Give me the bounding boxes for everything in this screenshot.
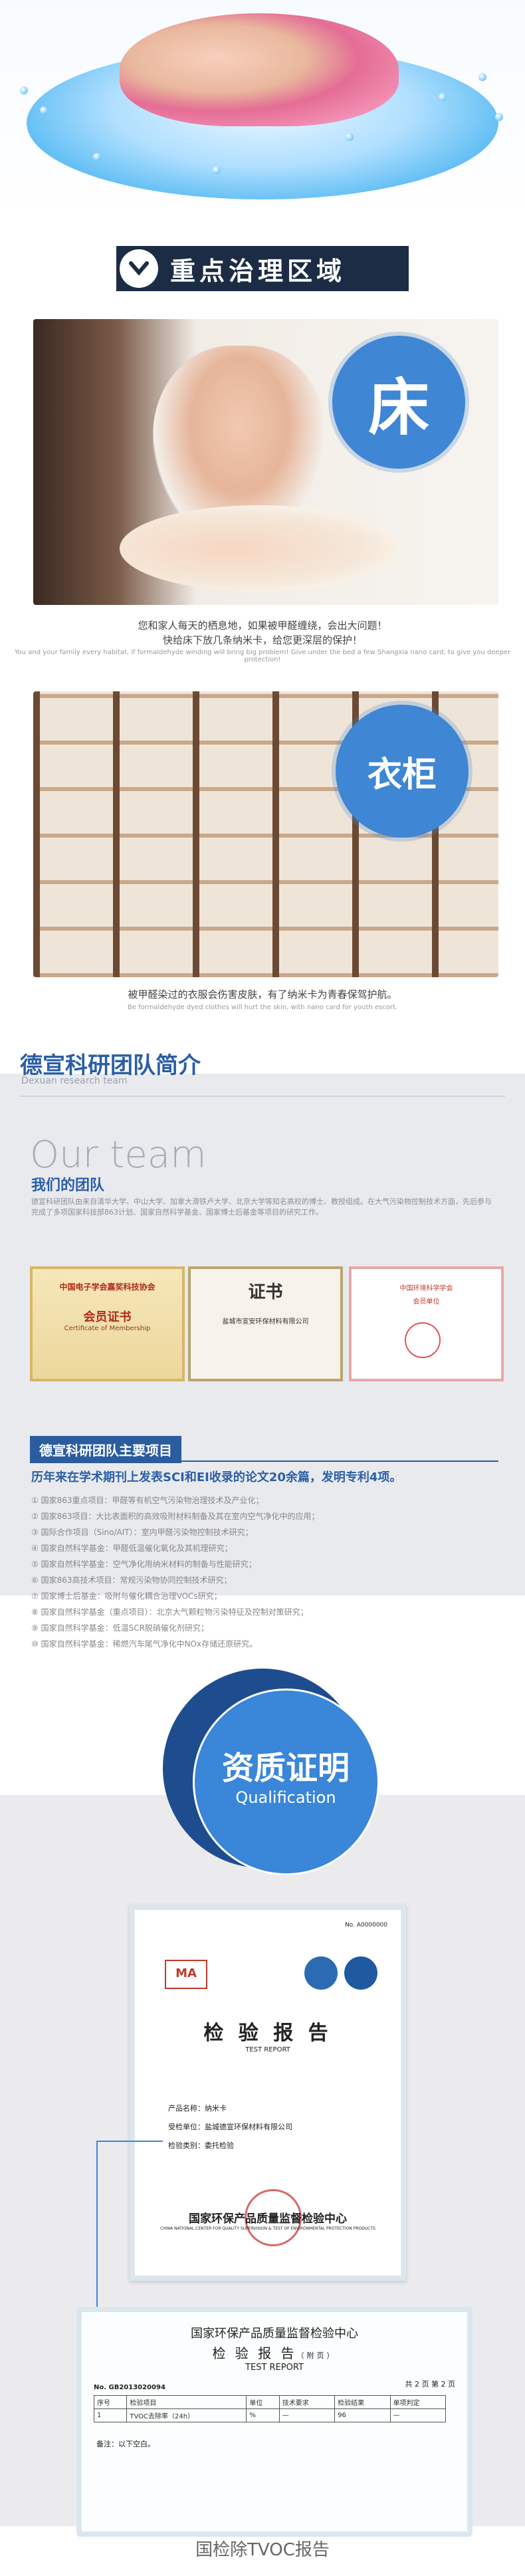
report2-number: No. GB2013020094 xyxy=(94,2384,165,2391)
table-header-cell: 技术要求 xyxy=(278,2395,336,2409)
report2-header: 国家环保产品质量监督检验中心 xyxy=(191,2327,358,2341)
hero-banner xyxy=(0,0,525,226)
list-item: ⑤ 国家自然科学基金：空气净化用纳米材料的制备与性能研究； xyxy=(31,1560,257,1569)
list-item: ⑥ 国家863高技术项目：常规污染物协同控制技术研究； xyxy=(31,1576,232,1585)
section-title: 重点治理区域 xyxy=(170,256,346,286)
list-item: ② 国家863项目：大比表面积的高效吸附材料制备及其在室内空气净化中的应用； xyxy=(31,1512,320,1521)
qualification-title: 资质证明 xyxy=(221,1750,350,1787)
team-heading-en: Dexuan research team xyxy=(21,1076,128,1086)
field-label: 检验类别： xyxy=(168,2141,205,2150)
accreditation-logo xyxy=(304,1956,338,1990)
connector-line xyxy=(96,2141,98,2320)
certificate-image: 证书 盐城市宣安环保材料有限公司 xyxy=(188,1266,343,1381)
water-drop-icon xyxy=(40,106,48,114)
report-footer-en: CHINA NATIONAL CENTER FOR QUALITY SUPERV… xyxy=(160,2226,375,2231)
cert-sub: 会员单位 xyxy=(413,1298,440,1306)
section-title-bar: 重点治理区域 xyxy=(116,246,409,291)
cert-sub: 盐城市宣安环保材料有限公司 xyxy=(222,1318,309,1326)
report-footer: 国家环保产品质量监督检验中心 xyxy=(189,2212,347,2226)
table-cell: % xyxy=(246,2408,280,2422)
report2-title: 检 验 报 告 xyxy=(212,2345,297,2361)
table-cell: TVOC去除率（24h） xyxy=(126,2408,247,2422)
stamp-icon xyxy=(405,1322,441,1358)
closet-badge: 衣柜 xyxy=(336,705,469,838)
our-team-title-cn: 我们的团队 xyxy=(31,1177,105,1194)
water-drop-icon xyxy=(495,113,503,121)
team-intro-text: 德宣科研团队由来自清华大学、中山大学、加拿大滑铁卢大学、北京大学等知名高校的博士… xyxy=(31,1197,492,1217)
table-row: 1 TVOC去除率（24h） % — 96 — xyxy=(93,2408,447,2422)
projects-title: 德宣科研团队主要项目 xyxy=(30,1436,181,1463)
table-cell: 1 xyxy=(93,2408,128,2422)
table-header-cell: 检验结果 xyxy=(334,2395,391,2409)
test-report-cover-image: No. A0000000 MA 检 验 报 告 TEST REPORT 产品名称… xyxy=(130,1905,406,2281)
bed-caption: 您和家人每天的栖息地，如果被甲醛缠绕，会出大问题！ xyxy=(138,620,387,632)
results-table: 序号 检验项目 单位 技术要求 检验结果 单项判定 1 TVOC去除率（24h）… xyxy=(93,2395,447,2422)
projects-list: ① 国家863重点项目：甲醛等有机空气污染物治理技术及产业化； ② 国家863项… xyxy=(31,1492,510,1652)
cnas-logo xyxy=(344,1956,377,1990)
membership-certificate-image: 中国电子学会嘉奖科技协会 会员证书 Certificate of Members… xyxy=(30,1266,185,1381)
team-heading: 德宣科研团队简介 xyxy=(20,1052,201,1079)
table-header-cell: 单项判定 xyxy=(389,2395,447,2409)
report2-pages: 共 2 页 第 2 页 xyxy=(405,2380,455,2389)
chevron-down-icon xyxy=(120,249,158,288)
table-cell: — xyxy=(278,2408,336,2422)
list-item: ⑧ 国家自然科学基金（重点项目）：北京大气颗粒物污染特征及控制对策研究； xyxy=(31,1607,308,1617)
bed-caption-2: 快给床下放几条纳米卡，给您更深层的保护！ xyxy=(162,634,362,646)
water-drop-icon xyxy=(213,166,221,174)
baby-image xyxy=(120,505,399,592)
cert-title: 证书 xyxy=(248,1282,283,1302)
qualification-title-en: Qualification xyxy=(235,1788,336,1807)
table-cell: 96 xyxy=(334,2408,391,2422)
table-header-row: 序号 检验项目 单位 技术要求 检验结果 单项判定 xyxy=(93,2395,447,2409)
field-label: 产品名称： xyxy=(168,2104,205,2113)
field-value: 盐城德宣环保材料有限公司 xyxy=(205,2123,292,2131)
field-label: 受检单位： xyxy=(168,2123,205,2131)
list-item: ④ 国家自然科学基金：甲醛低温催化氧化及其机理研究； xyxy=(31,1544,233,1553)
divider xyxy=(30,1461,498,1462)
list-item: ① 国家863重点项目：甲醛等有机空气污染物治理技术及产业化； xyxy=(31,1496,264,1505)
divider xyxy=(20,1096,505,1097)
list-item: ③ 国际合作项目（Sino/AIT）：室内甲醛污染物控制技术研究； xyxy=(31,1528,253,1537)
water-drop-icon xyxy=(346,133,354,141)
connector-line xyxy=(96,2141,163,2142)
closet-caption-en: Be formaldehyde dyed clothes will hurt t… xyxy=(127,1004,398,1011)
honor-certificate-image: 中国环境科学学会 会员单位 xyxy=(349,1266,504,1381)
sleeping-baby-image xyxy=(120,13,399,126)
report-title-en: TEST REPORT xyxy=(245,2046,290,2053)
cert-title: 中国环境科学学会 xyxy=(399,1285,453,1292)
table-cell: — xyxy=(389,2408,447,2422)
report-title: 检 验 报 告 xyxy=(203,2022,332,2045)
cma-logo: MA xyxy=(165,1960,207,1989)
water-drop-icon xyxy=(20,86,28,94)
water-drop-icon xyxy=(93,153,101,161)
report-caption: 国检除TVOC报告 xyxy=(195,2540,330,2560)
table-header-cell: 单位 xyxy=(246,2395,280,2409)
cert-sub: 会员证书 xyxy=(83,1310,132,1324)
bed-caption-en: You and your family every habitat, if fo… xyxy=(14,649,511,663)
field-value: 纳米卡 xyxy=(205,2104,227,2113)
report2-title-note: （附页） xyxy=(296,2351,337,2360)
our-team-title: Our team xyxy=(30,1133,207,1177)
cert-title: 中国电子学会嘉奖科技协会 xyxy=(59,1282,156,1292)
cert-en: Certificate of Membership xyxy=(64,1325,151,1332)
list-item: ⑦ 国家博士后基金：吸附与催化耦合治理VOCs研究； xyxy=(31,1591,222,1601)
closet-caption: 被甲醛染过的衣服会伤害皮肤，有了纳米卡为青春保驾护航。 xyxy=(128,989,397,1000)
field-value: 委托检验 xyxy=(205,2141,234,2150)
water-drop-icon xyxy=(439,93,447,101)
bed-badge: 床 xyxy=(332,336,465,469)
water-drop-icon xyxy=(478,73,486,81)
report2-note: 备注：以下空白。 xyxy=(96,2440,155,2448)
report-number: No. A0000000 xyxy=(344,1922,387,1929)
list-item: ⑩ 国家自然科学基金：稀燃汽车尾气净化中NOx存储还原研究。 xyxy=(31,1639,258,1649)
table-header-cell: 序号 xyxy=(93,2395,128,2409)
test-report-appendix-image: 国家环保产品质量监督检验中心 检 验 报 告（附页） TEST REPORT N… xyxy=(76,2307,472,2537)
table-header-cell: 检验项目 xyxy=(126,2395,247,2409)
report2-title-en: TEST REPORT xyxy=(245,2363,304,2373)
projects-subtitle: 历年来在学术期刊上发表SCI和EI收录的论文20余篇，发明专利4项。 xyxy=(31,1470,402,1484)
list-item: ⑨ 国家自然科学基金：低温SCR脱硝催化剂研究； xyxy=(31,1623,209,1633)
